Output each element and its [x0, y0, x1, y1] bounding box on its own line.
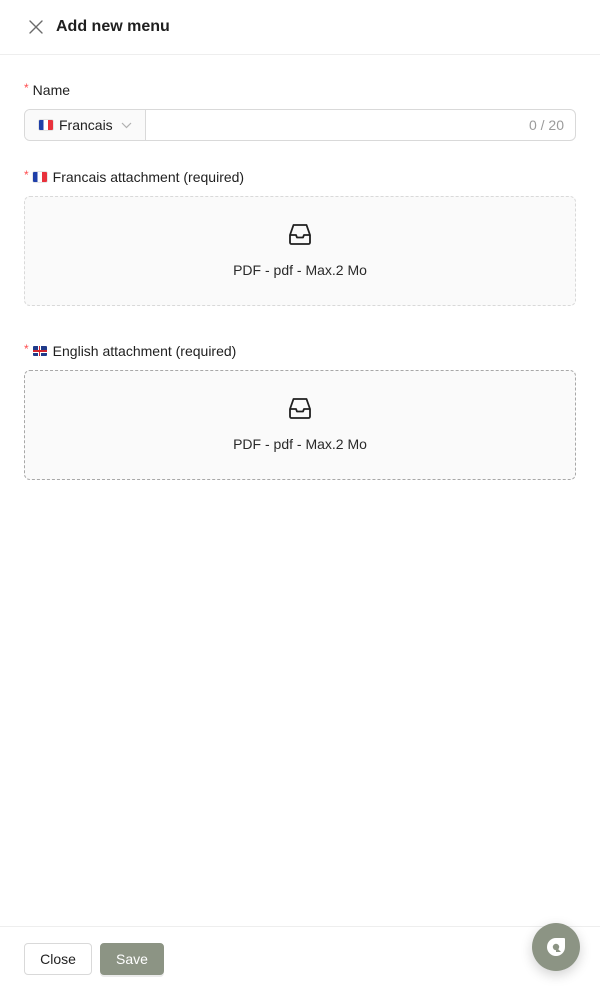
attachment-label-text: English attachment (required)	[52, 343, 237, 359]
name-label-text: Name	[32, 82, 71, 98]
chat-support-button[interactable]	[532, 923, 580, 971]
add-menu-drawer: Add new menu * Name Francais 0 / 20 * Fr…	[0, 0, 600, 991]
attachment-label-en: * English attachment (required)	[24, 340, 576, 362]
attachment-label-fr: * Francais attachment (required)	[24, 166, 576, 188]
required-mark: *	[24, 168, 29, 182]
drawer-footer: Close Save	[0, 926, 600, 991]
language-select-value: Francais	[59, 117, 113, 133]
name-input-group: Francais 0 / 20	[24, 109, 576, 141]
attachment-section-fr: * Francais attachment (required) PDF - p…	[24, 166, 576, 306]
france-flag-icon	[39, 120, 53, 130]
upload-dropzone-fr[interactable]: PDF - pdf - Max.2 Mo	[24, 196, 576, 306]
close-button[interactable]: Close	[24, 943, 92, 975]
upload-dropzone-en[interactable]: PDF - pdf - Max.2 Mo	[24, 370, 576, 480]
upload-hint: PDF - pdf - Max.2 Mo	[233, 436, 367, 452]
attachment-section-en: * English attachment (required) PDF - pd…	[24, 340, 576, 480]
inbox-icon	[287, 220, 313, 248]
language-select[interactable]: Francais	[25, 110, 146, 140]
attachment-label-text: Francais attachment (required)	[52, 169, 245, 185]
name-label: * Name	[24, 79, 576, 101]
close-icon[interactable]	[24, 15, 48, 39]
form-body: * Name Francais 0 / 20 * Francais attach…	[0, 55, 600, 480]
inbox-icon	[287, 394, 313, 422]
uk-flag-icon	[32, 346, 47, 356]
required-mark: *	[24, 342, 29, 356]
name-input[interactable]: 0 / 20	[146, 110, 575, 140]
france-flag-icon	[32, 172, 47, 182]
chat-icon	[547, 938, 565, 956]
character-counter: 0 / 20	[528, 117, 564, 133]
drawer-header: Add new menu	[0, 0, 600, 55]
name-text-field[interactable]	[157, 116, 529, 134]
save-button[interactable]: Save	[100, 943, 164, 975]
chevron-down-icon	[121, 122, 132, 129]
upload-hint: PDF - pdf - Max.2 Mo	[233, 262, 367, 278]
drawer-title: Add new menu	[56, 18, 170, 35]
required-mark: *	[24, 81, 29, 95]
